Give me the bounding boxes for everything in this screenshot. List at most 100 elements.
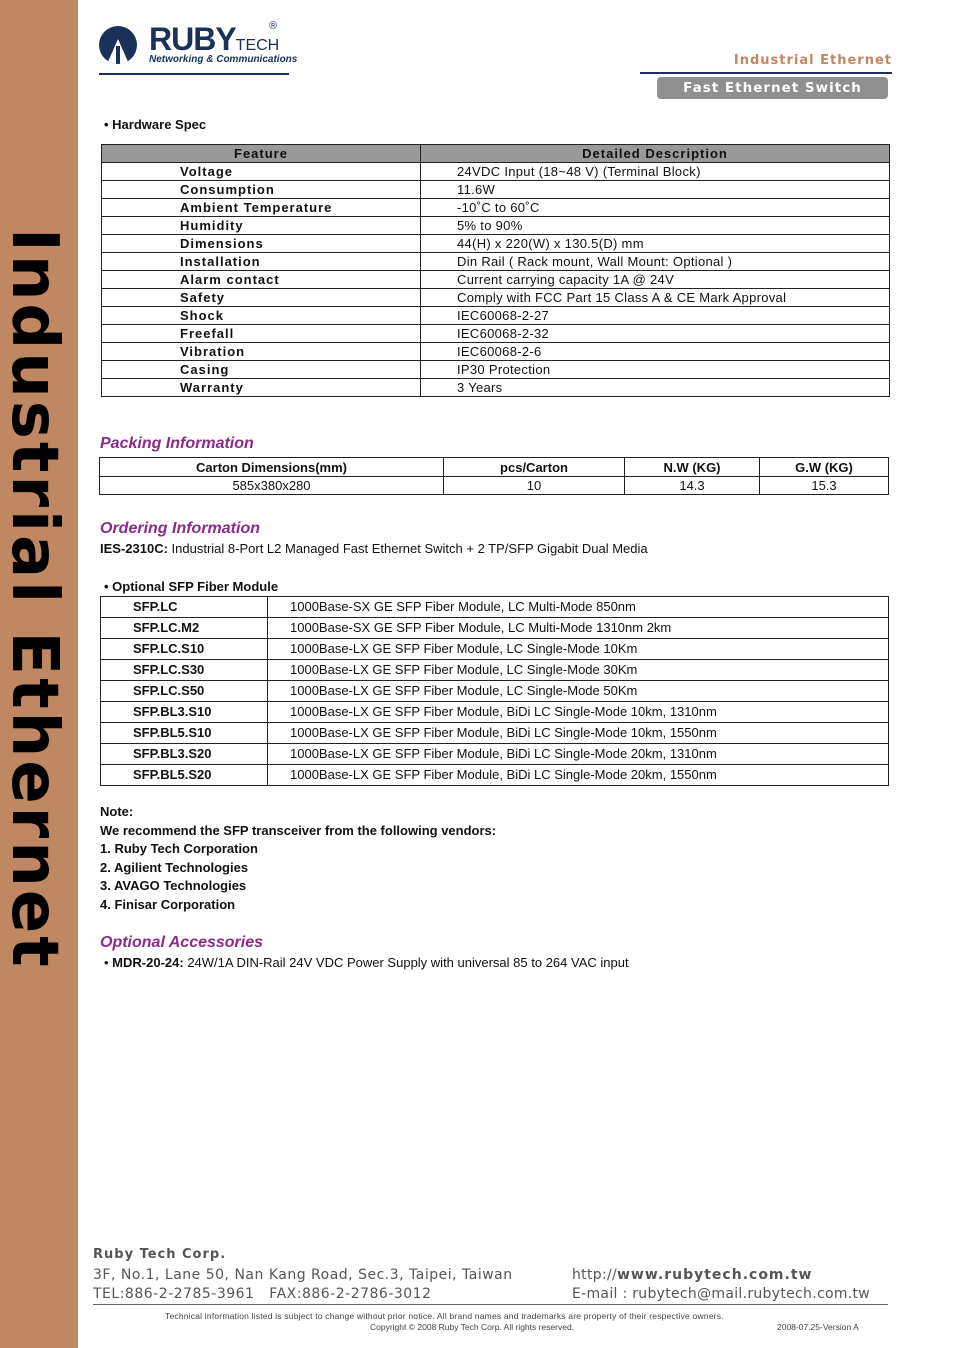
ordering-line: IES-2310C: Industrial 8-Port L2 Managed …: [100, 541, 648, 556]
ordering-model: IES-2310C:: [100, 541, 168, 556]
sfp-description-cell: 1000Base-LX GE SFP Fiber Module, LC Sing…: [267, 680, 889, 702]
email-link[interactable]: E-mail : rubytech@mail.rubytech.com.tw: [572, 1285, 870, 1304]
table-row: Safety Comply with FCC Part 15 Class A & …: [101, 288, 890, 307]
footer-divider: [93, 1304, 888, 1305]
description-cell: 5% to 90%: [420, 216, 890, 235]
registered-mark: ®: [269, 20, 278, 32]
vendor-item: 3. AVAGO Technologies: [100, 878, 247, 894]
description-cell: Comply with FCC Part 15 Class A & CE Mar…: [420, 288, 890, 307]
column-header: G.W (KG): [759, 457, 889, 477]
table-row: SFP.BL5.S10 1000Base-LX GE SFP Fiber Modu…: [100, 722, 889, 744]
accessory-description: 24W/1A DIN-Rail 24V VDC Power Supply wit…: [187, 955, 629, 970]
packing-table: Carton Dimensions(mm) pcs/Carton N.W (KG…: [99, 457, 889, 495]
feature-cell: Consumption: [101, 180, 421, 199]
table-row: Humidity 5% to 90%: [101, 216, 890, 235]
packing-title: Packing Information: [100, 435, 254, 452]
sfp-model-cell: SFP.BL3.S10: [100, 701, 268, 723]
description-cell: 11.6W: [420, 180, 890, 199]
column-header: N.W (KG): [624, 457, 760, 477]
table-row: Shock IEC60068-2-27: [101, 306, 890, 325]
tel-fax-line: TEL:886-2-2785-3961 FAX:886-2-2786-3012: [93, 1286, 432, 1302]
net-weight: 14.3: [624, 476, 760, 495]
table-row: SFP.LC.S50 1000Base-LX GE SFP Fiber Modul…: [100, 680, 889, 702]
table-row: Freefall IEC60068-2-32: [101, 324, 890, 343]
footer-address: 3F, No.1, Lane 50, Nan Kang Road, Sec.3,…: [93, 1266, 513, 1304]
hardware-spec-table: Feature Detailed Description Voltage 24VD…: [101, 144, 890, 397]
description-cell: IEC60068-2-27: [420, 306, 890, 325]
ordering-title: Ordering Information: [100, 520, 260, 537]
sfp-description-cell: 1000Base-LX GE SFP Fiber Module, LC Sing…: [267, 659, 889, 681]
table-row: Ambient Temperature -10˚C to 60˚C: [101, 198, 890, 217]
sfp-model-cell: SFP.BL5.S10: [100, 722, 268, 744]
footer-contact: http://www.rubytech.com.tw E-mail : ruby…: [572, 1266, 870, 1304]
sfp-description-cell: 1000Base-LX GE SFP Fiber Module, BiDi LC…: [267, 701, 889, 723]
sfp-model-cell: SFP.LC: [100, 596, 268, 618]
description-cell: IP30 Protection: [420, 360, 890, 379]
feature-cell: Ambient Temperature: [101, 198, 421, 217]
website-link[interactable]: http://www.rubytech.com.tw: [572, 1266, 870, 1285]
accessory-model: MDR-20-24:: [112, 955, 184, 970]
feature-cell: Freefall: [101, 324, 421, 343]
header-divider: [640, 72, 892, 74]
description-cell: Current carrying capacity 1A @ 24V: [420, 270, 890, 289]
vendor-item: 2. Agilient Technologies: [100, 859, 249, 875]
table-row: Vibration IEC60068-2-6: [101, 342, 890, 361]
table-row: Warranty 3 Years: [101, 378, 890, 397]
rubytech-logo: RUBYTECH ® Networking & Communications: [99, 20, 297, 72]
description-cell: -10˚C to 60˚C: [420, 198, 890, 217]
table-row: SFP.LC.S30 1000Base-LX GE SFP Fiber Modul…: [100, 659, 889, 681]
vendor-note: Note: We recommend the SFP transceiver f…: [100, 803, 496, 915]
sfp-description-cell: 1000Base-LX GE SFP Fiber Module, BiDi LC…: [267, 764, 889, 786]
accessory-item: • MDR-20-24: 24W/1A DIN-Rail 24V VDC Pow…: [104, 955, 629, 970]
feature-cell: Vibration: [101, 342, 421, 361]
gross-weight: 15.3: [759, 476, 889, 495]
table-row: SFP.BL5.S20 1000Base-LX GE SFP Fiber Modu…: [100, 764, 889, 786]
table-row: Voltage 24VDC Input (18~48 V) (Terminal B…: [101, 162, 890, 181]
sfp-model-cell: SFP.LC.M2: [100, 617, 268, 639]
column-header: Feature: [101, 144, 421, 163]
table-row: SFP.LC 1000Base-SX GE SFP Fiber Module, L…: [100, 596, 889, 618]
accessories-title: Optional Accessories: [100, 934, 264, 951]
description-cell: 24VDC Input (18~48 V) (Terminal Block): [420, 162, 890, 181]
header-category: Industrial Ethernet: [733, 53, 892, 68]
product-type-badge: Fast Ethernet Switch: [657, 77, 888, 99]
footer-company: Ruby Tech Corp.: [93, 1247, 227, 1262]
sfp-model-cell: SFP.LC.S30: [100, 659, 268, 681]
table-row: SFP.LC.S10 1000Base-LX GE SFP Fiber Modul…: [100, 638, 889, 660]
vendor-item: 1. Ruby Tech Corporation: [100, 841, 258, 857]
copyright: Copyright © 2008 Ruby Tech Corp. All rig…: [370, 1322, 575, 1332]
feature-cell: Dimensions: [101, 234, 421, 253]
table-header-row: Carton Dimensions(mm) pcs/Carton N.W (KG…: [99, 457, 889, 477]
sidebar-band: Industrial Ethernet: [0, 0, 78, 1348]
logo-divider: [99, 73, 289, 75]
sfp-model-cell: SFP.BL3.S20: [100, 743, 268, 765]
feature-cell: Voltage: [101, 162, 421, 181]
feature-cell: Shock: [101, 306, 421, 325]
table-row: 585x380x280 10 14.3 15.3: [99, 476, 889, 495]
sfp-description-cell: 1000Base-LX GE SFP Fiber Module, BiDi LC…: [267, 722, 889, 744]
table-row: SFP.BL3.S20 1000Base-LX GE SFP Fiber Modu…: [100, 743, 889, 765]
sidebar-title: Industrial Ethernet: [0, 228, 71, 970]
description-cell: IEC60068-2-6: [420, 342, 890, 361]
column-header: pcs/Carton: [443, 457, 625, 477]
note-label: Note:: [100, 804, 134, 819]
sfp-model-cell: SFP.BL5.S20: [100, 764, 268, 786]
pcs-per-carton: 10: [443, 476, 625, 495]
table-row: Alarm contact Current carrying capacity 1…: [101, 270, 890, 289]
sfp-description-cell: 1000Base-SX GE SFP Fiber Module, LC Mult…: [267, 596, 889, 618]
feature-cell: Warranty: [101, 378, 421, 397]
hardware-spec-heading: • Hardware Spec: [104, 117, 207, 132]
table-row: Consumption 11.6W: [101, 180, 890, 199]
carton-dimensions: 585x380x280: [99, 476, 444, 495]
sfp-description-cell: 1000Base-SX GE SFP Fiber Module, LC Mult…: [267, 617, 889, 639]
description-cell: IEC60068-2-32: [420, 324, 890, 343]
feature-cell: Alarm contact: [101, 270, 421, 289]
logo-tagline: Networking & Communications: [149, 54, 298, 65]
column-header: Detailed Description: [420, 144, 890, 163]
description-cell: 44(H) x 220(W) x 130.5(D) mm: [420, 234, 890, 253]
table-row: Dimensions 44(H) x 220(W) x 130.5(D) mm: [101, 234, 890, 253]
table-row: Installation Din Rail ( Rack mount, Wall …: [101, 252, 890, 271]
sfp-model-cell: SFP.LC.S10: [100, 638, 268, 660]
vendor-item: 4. Finisar Corporation: [100, 896, 236, 912]
document-version: 2008-07.25-Version A: [777, 1322, 859, 1332]
